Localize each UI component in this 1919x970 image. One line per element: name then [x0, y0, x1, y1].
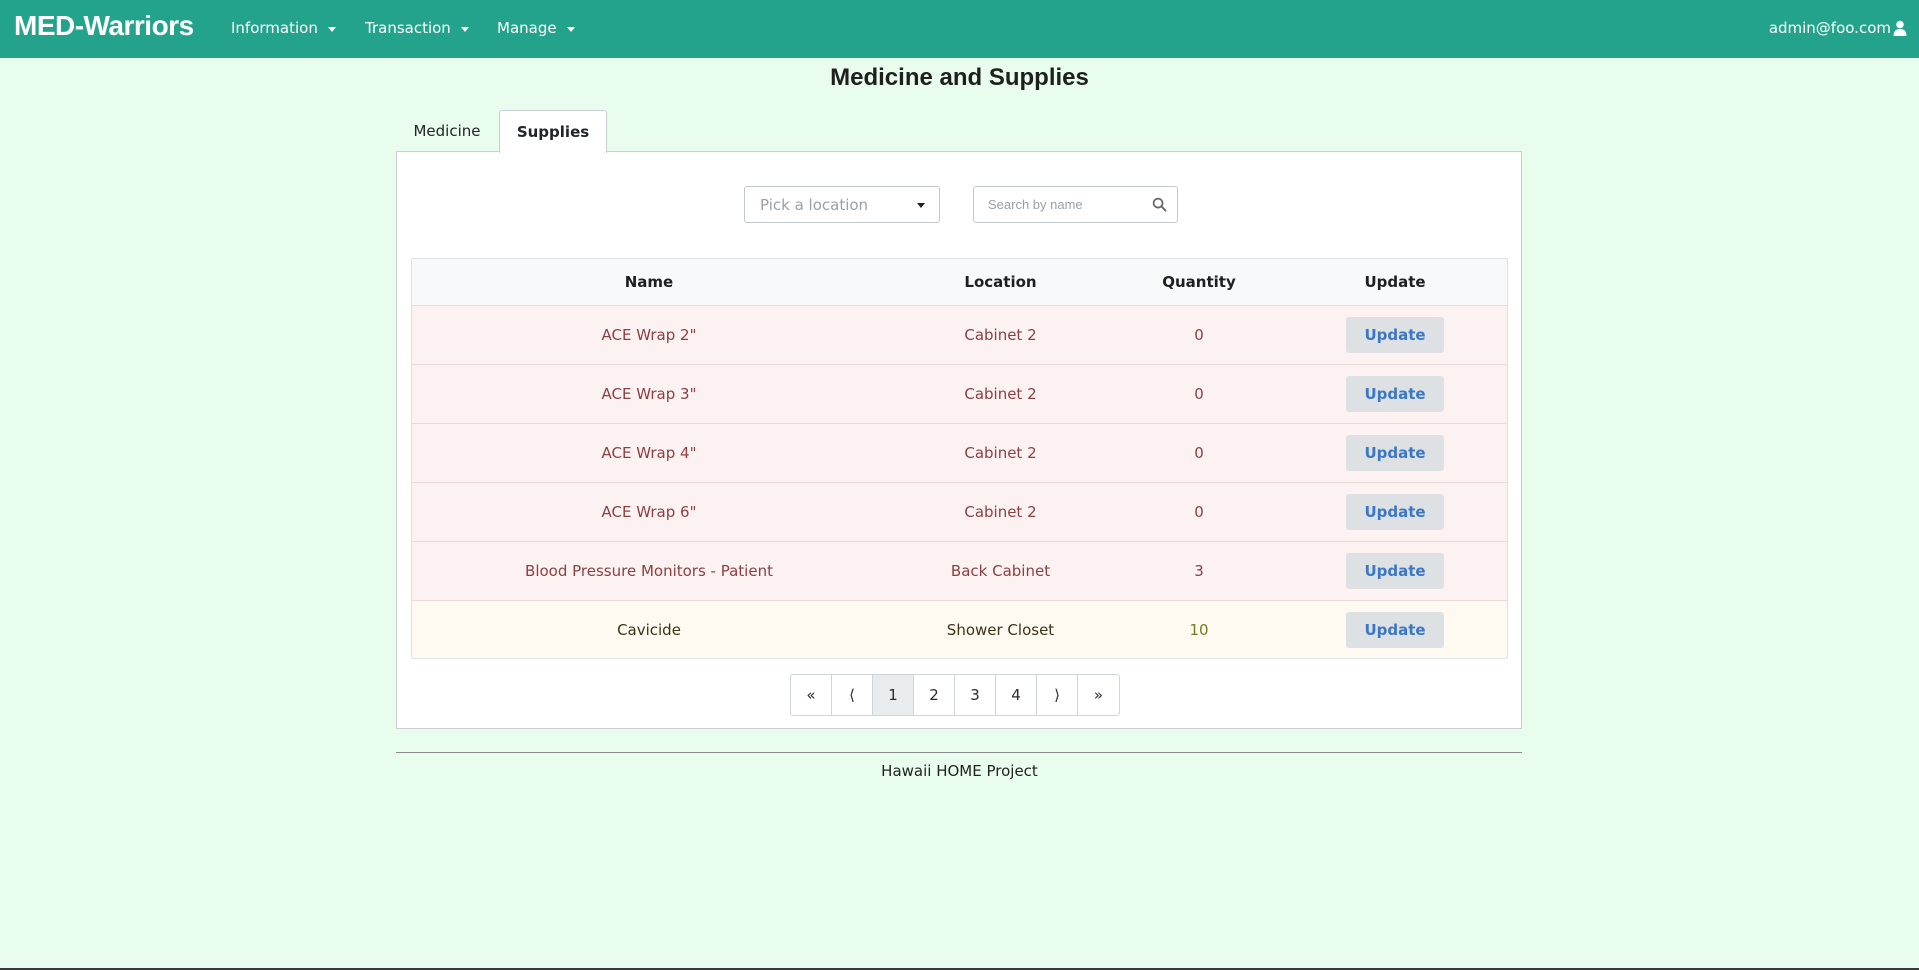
user-icon — [1893, 20, 1907, 36]
tab-medicine[interactable]: Medicine — [400, 111, 494, 151]
nav-menu-label: Information — [231, 19, 318, 37]
cell-location: Cabinet 2 — [886, 305, 1115, 365]
cell-quantity: 3 — [1115, 541, 1283, 601]
cell-location: Cabinet 2 — [886, 423, 1115, 483]
cell-update: Update — [1283, 482, 1507, 542]
first-page-button[interactable]: « — [791, 675, 832, 715]
cell-location: Shower Closet — [946, 620, 1055, 639]
table-row: ACE Wrap 3" Cabinet 2 0 Update — [412, 364, 1507, 424]
table-row: ACE Wrap 6" Cabinet 2 0 Update — [412, 482, 1507, 542]
page-title: Medicine and Supplies — [830, 64, 1089, 91]
cell-location: Back Cabinet — [886, 541, 1115, 601]
nav-menu-label: Transaction — [365, 19, 451, 37]
column-header-name: Name — [412, 259, 886, 306]
last-page-button[interactable]: » — [1078, 675, 1119, 715]
brand-logo[interactable]: MED-Warriors — [14, 10, 194, 42]
user-menu[interactable]: admin@foo.com — [1769, 19, 1907, 37]
cell-location: Cabinet 2 — [886, 364, 1115, 424]
cell-name: Cavicide — [617, 620, 681, 639]
update-button[interactable]: Update — [1346, 552, 1444, 589]
cell-quantity: 10 — [1189, 620, 1209, 639]
footer-divider — [396, 752, 1522, 753]
search-input[interactable] — [974, 187, 1144, 222]
next-page-button[interactable]: ⟩ — [1037, 675, 1078, 715]
column-header-update: Update — [1283, 259, 1507, 306]
location-select[interactable]: Pick a location — [744, 186, 940, 223]
update-button[interactable]: Update — [1346, 611, 1444, 648]
table-header-row: Name Location Quantity Update — [412, 259, 1507, 306]
nav-menu-information[interactable]: Information — [231, 19, 336, 37]
table-row: Blood Pressure Monitors - Patient Back C… — [412, 541, 1507, 601]
update-button[interactable]: Update — [1346, 316, 1444, 353]
page-button-2[interactable]: 2 — [914, 675, 955, 715]
cell-name: ACE Wrap 3" — [412, 364, 886, 424]
pagination: « ⟨ 1 2 3 4 ⟩ » — [790, 674, 1120, 716]
page-button-1[interactable]: 1 — [873, 675, 914, 715]
cell-update: Update — [1283, 600, 1507, 658]
caret-down-icon — [460, 26, 469, 32]
table-row: ACE Wrap 4" Cabinet 2 0 Update — [412, 423, 1507, 483]
search-icon[interactable] — [1152, 197, 1167, 212]
cell-quantity: 0 — [1115, 482, 1283, 542]
page-button-4[interactable]: 4 — [996, 675, 1037, 715]
caret-down-icon — [327, 26, 336, 32]
user-email: admin@foo.com — [1768, 19, 1891, 37]
cell-update: Update — [1283, 541, 1507, 601]
cell-update: Update — [1283, 423, 1507, 483]
table-row: ACE Wrap 2" Cabinet 2 0 Update — [412, 305, 1507, 365]
navbar: MED-Warriors Information Transaction Man… — [0, 0, 1919, 58]
cell-quantity: 0 — [1115, 423, 1283, 483]
cell-update: Update — [1283, 364, 1507, 424]
table-row: Cavicide Shower Closet 10 Update — [412, 600, 1507, 658]
prev-page-button[interactable]: ⟨ — [832, 675, 873, 715]
supplies-table: Name Location Quantity Update ACE Wrap 2… — [411, 258, 1508, 659]
column-header-quantity: Quantity — [1115, 259, 1283, 306]
cell-name: Blood Pressure Monitors - Patient — [412, 541, 886, 601]
cell-name: ACE Wrap 2" — [412, 305, 886, 365]
cell-name: ACE Wrap 6" — [412, 482, 886, 542]
update-button[interactable]: Update — [1346, 434, 1444, 471]
tab-supplies[interactable]: Supplies — [499, 110, 607, 153]
footer-text: Hawaii HOME Project — [881, 762, 1038, 780]
update-button[interactable]: Update — [1346, 493, 1444, 530]
caret-down-icon — [566, 26, 575, 32]
cell-quantity: 0 — [1115, 364, 1283, 424]
search-box — [973, 186, 1178, 223]
caret-down-icon — [917, 203, 925, 208]
cell-name: ACE Wrap 4" — [412, 423, 886, 483]
page-button-3[interactable]: 3 — [955, 675, 996, 715]
cell-location: Cabinet 2 — [886, 482, 1115, 542]
column-header-location: Location — [886, 259, 1115, 306]
location-select-placeholder: Pick a location — [760, 195, 869, 214]
cell-quantity: 0 — [1115, 305, 1283, 365]
nav-menu-transaction[interactable]: Transaction — [365, 19, 469, 37]
nav-menu-manage[interactable]: Manage — [497, 19, 575, 37]
update-button[interactable]: Update — [1346, 375, 1444, 412]
cell-update: Update — [1283, 305, 1507, 365]
nav-menu-label: Manage — [497, 19, 557, 37]
